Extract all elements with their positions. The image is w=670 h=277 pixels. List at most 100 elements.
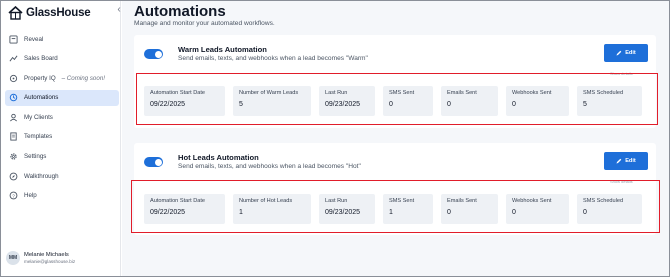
stats-row: Automation Start Date 09/22/2025 Number …	[144, 194, 642, 224]
user-email: melanie@glasshouse.biz	[24, 258, 76, 264]
user-profile[interactable]: MM Melanie Michaels melanie@glasshouse.b…	[6, 251, 75, 265]
help-icon: ?	[9, 191, 18, 200]
stat-sms-scheduled: SMS Scheduled 5	[577, 86, 642, 116]
automation-description: Send emails, texts, and webhooks when a …	[178, 55, 368, 62]
sidebar-item-label: Templates	[24, 133, 53, 141]
stat-label: Automation Start Date	[150, 198, 206, 204]
clients-icon	[9, 113, 18, 122]
edit-label: Edit	[625, 158, 636, 164]
stat-last-run: Last Run 09/23/2025	[319, 194, 375, 224]
stat-webhooks-sent: Webhooks Sent 0	[506, 194, 569, 224]
page-title: Automations	[134, 3, 226, 20]
sidebar-item-label: Property IQ	[24, 74, 56, 82]
stat-label: Last Run	[325, 198, 348, 204]
coming-soon-label: – Coming soon!	[61, 74, 105, 82]
compass-icon	[9, 172, 18, 181]
sidebar-item-my-clients[interactable]: My Clients	[5, 109, 119, 125]
stat-number-of-leads: Number of Warm Leads 5	[233, 86, 311, 116]
sidebar-item-label: Walkthrough	[24, 172, 59, 180]
sidebar-item-label: Reveal	[24, 35, 44, 43]
sidebar-nav: Reveal Sales Board Property IQ – Coming …	[5, 31, 119, 207]
stat-label: SMS Sent	[389, 198, 415, 204]
stat-webhooks-sent: Webhooks Sent 0	[506, 86, 569, 116]
stat-value: 09/23/2025	[325, 209, 361, 216]
stat-start-date: Automation Start Date 09/22/2025	[144, 86, 225, 116]
stat-label: Last Run	[325, 90, 348, 96]
main-content: Automations Manage and monitor your auto…	[122, 1, 669, 276]
avatar: MM	[6, 251, 20, 265]
sidebar-item-label: Help	[24, 192, 37, 200]
edit-button[interactable]: Edit	[604, 44, 648, 62]
stat-sms-sent: SMS Sent 0	[383, 86, 433, 116]
automation-title: Warm Leads Automation	[178, 45, 267, 54]
stat-emails-sent: Emails Sent 0	[441, 86, 498, 116]
sidebar-item-sales-board[interactable]: Sales Board	[5, 51, 119, 67]
sidebar-item-label: Sales Board	[24, 55, 58, 63]
automation-title: Hot Leads Automation	[178, 153, 259, 162]
stat-value: 0	[447, 209, 451, 216]
stat-label: SMS Scheduled	[583, 198, 624, 204]
stat-label: Webhooks Sent	[512, 90, 552, 96]
stat-label: Number of Warm Leads	[239, 90, 299, 96]
automations-icon	[9, 93, 18, 102]
edit-button[interactable]: Edit	[604, 152, 648, 170]
stat-value: 09/23/2025	[325, 101, 361, 108]
stat-label: Webhooks Sent	[512, 198, 552, 204]
glasshouse-logo-icon	[8, 6, 23, 20]
stat-value: 09/22/2025	[150, 101, 186, 108]
show-details-link[interactable]: Show details	[610, 71, 633, 76]
gear-icon	[9, 152, 18, 161]
sidebar-item-reveal[interactable]: Reveal	[5, 31, 119, 47]
stat-value: 0	[583, 209, 587, 216]
stat-value: 0	[512, 209, 516, 216]
stat-number-of-leads: Number of Hot Leads 1	[233, 194, 311, 224]
stat-value: 1	[389, 209, 393, 216]
edit-icon	[616, 50, 622, 56]
stat-last-run: Last Run 09/23/2025	[319, 86, 375, 116]
edit-icon	[616, 158, 622, 164]
stat-value: 5	[239, 101, 243, 108]
sidebar-item-help[interactable]: ? Help	[5, 188, 119, 204]
app-name: GlassHouse	[26, 7, 91, 19]
app-logo[interactable]: GlassHouse	[8, 5, 91, 21]
stat-value: 5	[583, 101, 587, 108]
stat-value: 0	[512, 101, 516, 108]
stat-label: SMS Scheduled	[583, 90, 624, 96]
sales-board-icon	[9, 54, 18, 63]
stat-label: Automation Start Date	[150, 90, 206, 96]
automation-toggle[interactable]	[144, 157, 163, 167]
stat-sms-sent: SMS Sent 1	[383, 194, 433, 224]
stat-label: SMS Sent	[389, 90, 415, 96]
sidebar-item-templates[interactable]: Templates	[5, 129, 119, 145]
stat-value: 0	[447, 101, 451, 108]
stat-emails-sent: Emails Sent 0	[441, 194, 498, 224]
stat-sms-scheduled: SMS Scheduled 0	[577, 194, 642, 224]
page-subtitle: Manage and monitor your automated workfl…	[134, 20, 275, 27]
sidebar-item-label: Settings	[24, 153, 47, 161]
stat-label: Emails Sent	[447, 90, 477, 96]
reveal-icon	[9, 34, 18, 44]
stat-value: 09/22/2025	[150, 209, 186, 216]
svg-text:?: ?	[12, 194, 15, 199]
automation-card-warm: Warm Leads Automation Send emails, texts…	[134, 35, 656, 128]
sidebar-item-label: My Clients	[24, 113, 53, 121]
sidebar-item-label: Automations	[24, 94, 59, 102]
sidebar-item-automations[interactable]: Automations	[5, 89, 119, 106]
stat-label: Number of Hot Leads	[239, 198, 293, 204]
sidebar: GlassHouse ‹ Reveal Sales Board Property…	[1, 1, 121, 276]
stat-value: 0	[389, 101, 393, 108]
stat-label: Emails Sent	[447, 198, 477, 204]
show-details-link[interactable]: Show details	[610, 179, 633, 184]
stat-value: 1	[239, 209, 243, 216]
stat-start-date: Automation Start Date 09/22/2025	[144, 194, 225, 224]
automation-toggle[interactable]	[144, 49, 163, 59]
property-iq-icon	[9, 74, 18, 83]
sidebar-item-walkthrough[interactable]: Walkthrough	[5, 168, 119, 184]
sidebar-item-settings[interactable]: Settings	[5, 149, 119, 165]
sidebar-item-property-iq[interactable]: Property IQ – Coming soon!	[5, 70, 119, 86]
edit-label: Edit	[625, 50, 636, 56]
automation-card-hot: Hot Leads Automation Send emails, texts,…	[134, 143, 656, 235]
stats-row: Automation Start Date 09/22/2025 Number …	[144, 86, 642, 116]
automation-description: Send emails, texts, and webhooks when a …	[178, 163, 361, 170]
templates-icon	[9, 132, 18, 142]
